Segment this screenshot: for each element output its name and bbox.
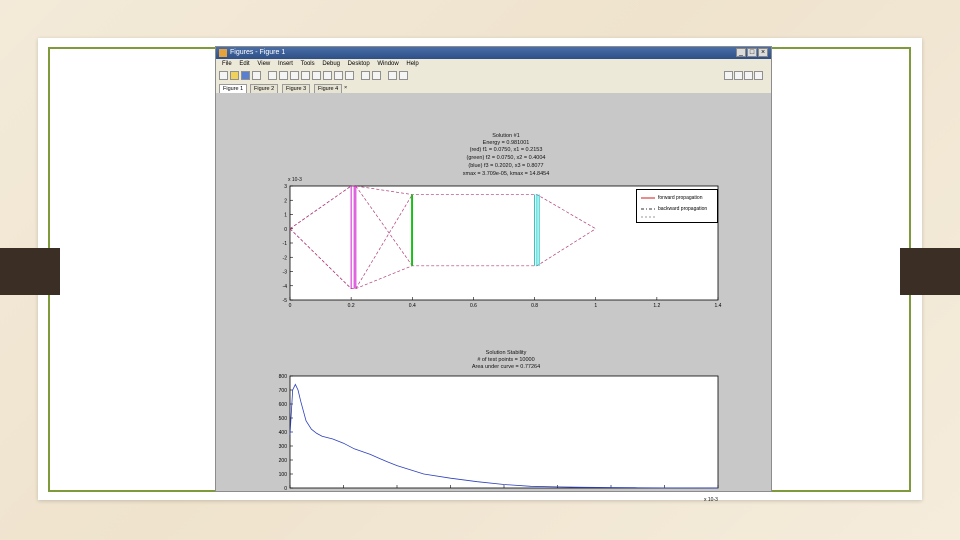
figure-tabs: Figure 1 Figure 2 Figure 3 Figure 4 × bbox=[216, 83, 771, 93]
window-title: Figures - Figure 1 bbox=[230, 49, 286, 56]
zoom-in-icon[interactable] bbox=[279, 71, 288, 80]
maximize-button[interactable]: □ bbox=[747, 48, 757, 57]
close-tab-icon[interactable]: × bbox=[344, 83, 347, 93]
matlab-icon bbox=[219, 49, 227, 57]
float-icon[interactable] bbox=[754, 71, 763, 80]
bottom-ytick-label: 300 bbox=[279, 444, 288, 450]
menubar: File Edit View Insert Tools Debug Deskto… bbox=[216, 59, 771, 69]
menu-view[interactable]: View bbox=[257, 61, 270, 67]
bottom-ytick-label: 200 bbox=[279, 458, 288, 464]
rotate-icon[interactable] bbox=[312, 71, 321, 80]
menu-insert[interactable]: Insert bbox=[278, 61, 293, 67]
bottom-ytick-label: 0 bbox=[284, 486, 287, 491]
zoom-out-icon[interactable] bbox=[290, 71, 299, 80]
legend-icon[interactable] bbox=[372, 71, 381, 80]
edit-plot-icon[interactable] bbox=[268, 71, 277, 80]
minimize-button[interactable]: _ bbox=[736, 48, 746, 57]
window-titlebar[interactable]: Figures - Figure 1 _ □ × bbox=[216, 47, 771, 59]
bottom-ytick-label: 600 bbox=[279, 402, 288, 408]
close-button[interactable]: × bbox=[758, 48, 768, 57]
colorbar-icon[interactable] bbox=[361, 71, 370, 80]
pan-icon[interactable] bbox=[301, 71, 310, 80]
bottom-axes-box bbox=[289, 375, 719, 489]
tile-columns-icon[interactable] bbox=[734, 71, 743, 80]
menu-window[interactable]: Window bbox=[377, 61, 398, 67]
toolbar bbox=[216, 69, 771, 84]
bottom-exponent-label: x 10-3 bbox=[704, 497, 718, 503]
figure-window: Figures - Figure 1 _ □ × File Edit View … bbox=[215, 46, 772, 503]
right-decor-tab bbox=[900, 248, 960, 295]
tab-figure-2[interactable]: Figure 2 bbox=[250, 84, 279, 93]
save-icon[interactable] bbox=[241, 71, 250, 80]
bottom-ytick-label: 400 bbox=[279, 430, 288, 436]
left-decor-tab bbox=[0, 248, 60, 295]
brush-icon[interactable] bbox=[334, 71, 343, 80]
bottom-ytick-label: 500 bbox=[279, 416, 288, 422]
menu-desktop[interactable]: Desktop bbox=[348, 61, 370, 67]
new-figure-icon[interactable] bbox=[219, 71, 228, 80]
print-icon[interactable] bbox=[252, 71, 261, 80]
tab-figure-4[interactable]: Figure 4 bbox=[314, 84, 343, 93]
link-icon[interactable] bbox=[345, 71, 354, 80]
menu-debug[interactable]: Debug bbox=[322, 61, 340, 67]
tab-figure-3[interactable]: Figure 3 bbox=[282, 84, 311, 93]
show-plot-tools-icon[interactable] bbox=[399, 71, 408, 80]
bottom-ytick-label: 100 bbox=[279, 472, 288, 478]
bottom-ytick-label: 700 bbox=[279, 388, 288, 394]
menu-edit[interactable]: Edit bbox=[239, 61, 249, 67]
bottom-chart: 1234567898007006005004003002001000 bbox=[279, 374, 719, 491]
tab-figure-1[interactable]: Figure 1 bbox=[219, 84, 248, 93]
bottom-ytick-label: 800 bbox=[279, 374, 288, 380]
menu-tools[interactable]: Tools bbox=[301, 61, 315, 67]
hide-plot-tools-icon[interactable] bbox=[388, 71, 397, 80]
tile-icon[interactable] bbox=[724, 71, 733, 80]
data-cursor-icon[interactable] bbox=[323, 71, 332, 80]
menu-file[interactable]: File bbox=[222, 61, 232, 67]
open-file-icon[interactable] bbox=[230, 71, 239, 80]
tile-rows-icon[interactable] bbox=[744, 71, 753, 80]
menu-help[interactable]: Help bbox=[406, 61, 418, 67]
figure-canvas: Solution #1 Energy = 0.981001 (red) f1 =… bbox=[216, 93, 771, 503]
